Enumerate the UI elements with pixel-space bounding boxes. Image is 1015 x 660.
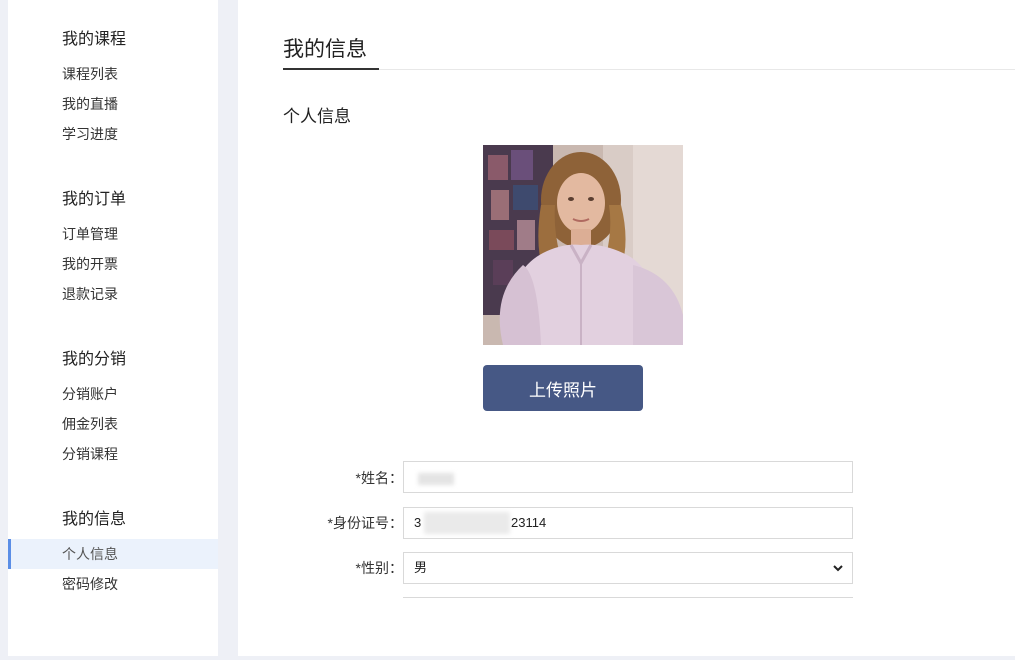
sidebar-item-distribution-courses[interactable]: 分销课程 xyxy=(8,439,218,469)
sidebar-item-learning-progress[interactable]: 学习进度 xyxy=(8,119,218,149)
sidebar-item-personal-info[interactable]: 个人信息 xyxy=(8,539,218,569)
next-field-edge xyxy=(403,597,853,599)
nav-group-title-orders: 我的订单 xyxy=(62,191,127,208)
sidebar-item-refund-records[interactable]: 退款记录 xyxy=(8,279,218,309)
id-number-redaction xyxy=(424,512,510,534)
sidebar-item-order-management[interactable]: 订单管理 xyxy=(8,219,218,249)
sidebar-item-course-list[interactable]: 课程列表 xyxy=(8,59,218,89)
title-divider xyxy=(283,69,1015,70)
id-number-suffix: 23114 xyxy=(511,515,547,530)
name-label: *姓名： xyxy=(355,470,403,486)
gender-value: 男 xyxy=(414,560,428,575)
sidebar-item-my-invoices[interactable]: 我的开票 xyxy=(8,249,218,279)
avatar xyxy=(483,145,683,345)
chevron-down-icon xyxy=(833,565,843,572)
main-content: 我的信息 个人信息 上传照片 *姓名： *身份证号： 3 23114 *性别： … xyxy=(238,0,1015,656)
name-redaction xyxy=(418,473,454,485)
page-title: 我的信息 xyxy=(283,38,367,61)
sidebar-item-my-live[interactable]: 我的直播 xyxy=(8,89,218,119)
title-underline xyxy=(283,68,379,70)
section-title: 个人信息 xyxy=(283,107,351,126)
nav-group-title-distribution: 我的分销 xyxy=(62,351,127,368)
id-number-prefix: 3 xyxy=(414,515,422,530)
avatar-photo xyxy=(483,145,683,345)
upload-photo-button[interactable]: 上传照片 xyxy=(483,365,643,411)
sidebar-item-distribution-account[interactable]: 分销账户 xyxy=(8,379,218,409)
id-number-label: *身份证号： xyxy=(327,515,403,531)
sidebar-item-password-change[interactable]: 密码修改 xyxy=(8,569,218,599)
sidebar-item-commission-list[interactable]: 佣金列表 xyxy=(8,409,218,439)
gender-label: *性别： xyxy=(355,560,403,576)
sidebar: 我的课程 课程列表 我的直播 学习进度 我的订单 订单管理 我的开票 退款记录 … xyxy=(8,0,218,656)
name-field[interactable] xyxy=(403,461,853,493)
gender-select[interactable]: 男 xyxy=(403,552,853,584)
nav-group-title-my-info: 我的信息 xyxy=(62,511,127,528)
id-number-field[interactable]: 3 23114 xyxy=(403,507,853,539)
nav-group-title-courses: 我的课程 xyxy=(62,31,127,48)
